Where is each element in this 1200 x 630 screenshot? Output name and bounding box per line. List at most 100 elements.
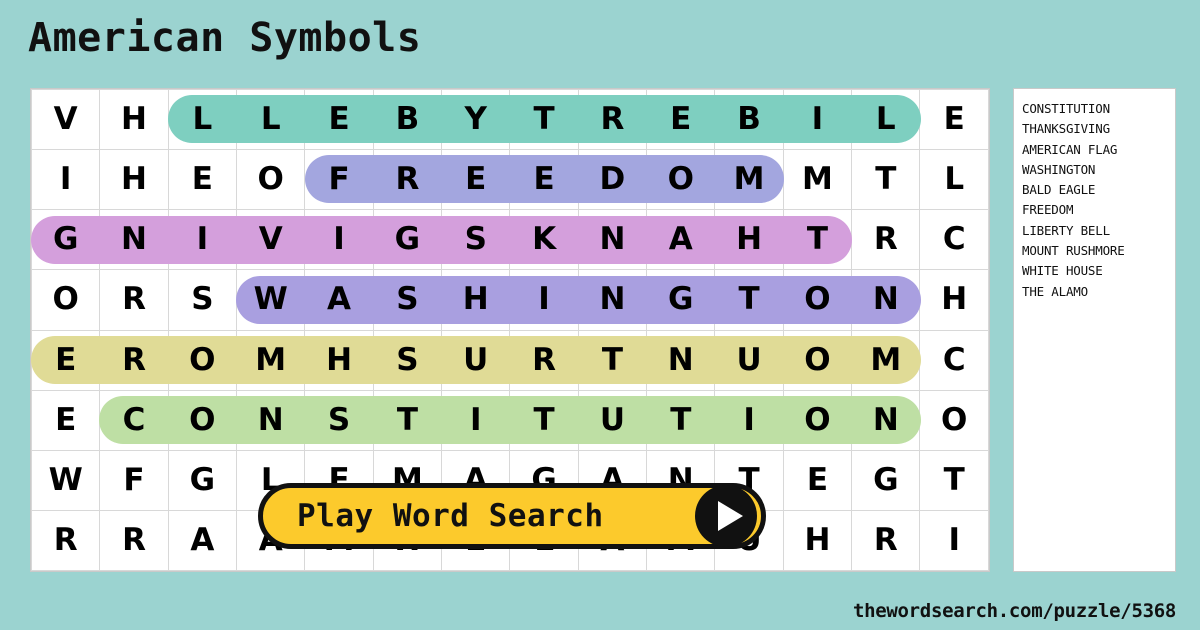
grid-cell[interactable]: R [99, 509, 169, 572]
grid-letter: G [668, 281, 694, 318]
word-list-item[interactable]: FREEDOM [1022, 200, 1175, 220]
grid-cell[interactable]: V [30, 88, 101, 151]
word-list-item[interactable]: WASHINGTON [1022, 160, 1175, 180]
grid-cell[interactable]: E [919, 88, 989, 151]
grid-cell[interactable]: E [782, 449, 853, 511]
grid-letter: U [736, 341, 762, 378]
grid-letter: E [328, 101, 350, 138]
grid-letter: T [875, 161, 897, 198]
grid-letter: N [667, 341, 694, 378]
grid-letter: L [192, 101, 213, 138]
grid-cell[interactable]: S [167, 269, 238, 331]
grid-cell[interactable]: R [851, 209, 921, 271]
grid-letter: E [465, 161, 487, 198]
grid-letter: R [873, 221, 898, 258]
grid-letter: E [55, 401, 77, 438]
grid-cell[interactable]: G [851, 449, 921, 511]
grid-letter: R [122, 521, 146, 558]
grid-cell[interactable]: L [919, 149, 989, 211]
play-word-search-button[interactable]: Play Word Search [258, 483, 766, 549]
grid-letter: M [802, 161, 833, 198]
grid-letter: R [122, 341, 146, 378]
grid-letter: N [599, 281, 626, 318]
grid-cell[interactable]: R [99, 269, 169, 331]
grid-letter: N [872, 281, 899, 318]
word-list-item[interactable]: THANKSGIVING [1022, 119, 1175, 139]
grid-letter: E [806, 461, 829, 498]
grid-letter: A [190, 521, 215, 558]
grid-letter: R [53, 521, 78, 558]
grid-letter: O [941, 401, 968, 438]
play-button-label: Play Word Search [297, 498, 604, 534]
grid-letter: E [943, 101, 965, 138]
page-title: American Symbols [28, 15, 422, 61]
grid-cell[interactable]: A [167, 509, 238, 572]
grid-letter: E [55, 341, 77, 378]
grid-cell[interactable]: I [919, 509, 989, 572]
grid-cell[interactable]: T [851, 149, 921, 211]
grid-letter: R [532, 341, 557, 378]
grid-letter: I [196, 221, 209, 258]
grid-cell[interactable]: E [167, 149, 238, 211]
grid-cell[interactable]: R [30, 509, 101, 572]
grid-cell[interactable]: H [99, 88, 169, 151]
grid-letter: G [52, 221, 79, 258]
grid-letter: T [670, 401, 692, 438]
grid-letter: M [255, 341, 287, 378]
grid-cell[interactable]: H [919, 269, 989, 331]
word-list-item[interactable]: LIBERTY BELL [1022, 221, 1175, 241]
grid-letter: S [464, 221, 487, 258]
grid-letter: O [189, 341, 216, 378]
grid-cell[interactable]: O [30, 269, 101, 331]
grid-letter: A [668, 221, 693, 258]
grid-letter: O [667, 161, 694, 198]
grid-letter: T [601, 341, 623, 378]
grid-cell[interactable]: H [782, 509, 853, 572]
word-list-item[interactable]: THE ALAMO [1022, 282, 1175, 302]
grid-letter: I [811, 101, 824, 138]
grid-letter: I [743, 401, 755, 438]
grid-letter: E [533, 161, 555, 198]
grid-cell[interactable]: H [99, 149, 169, 211]
grid-cell[interactable]: O [236, 149, 306, 211]
grid-letter: W [48, 461, 83, 498]
grid-letter: O [804, 401, 831, 438]
grid-letter: T [806, 221, 829, 258]
grid-cell[interactable]: E [30, 389, 101, 451]
grid-letter: T [396, 401, 418, 438]
grid-letter: S [396, 281, 419, 318]
grid-cell[interactable]: T [919, 449, 989, 511]
word-list-item[interactable]: AMERICAN FLAG [1022, 140, 1175, 160]
word-highlight [31, 215, 853, 264]
grid-letter: N [257, 401, 284, 438]
word-list-item[interactable]: CONSTITUTION [1022, 99, 1175, 119]
word-highlight [99, 396, 921, 445]
grid-letter: T [738, 281, 760, 318]
grid-letter: E [670, 101, 692, 138]
grid-cell[interactable]: C [919, 209, 989, 271]
grid-cell[interactable]: R [851, 509, 921, 572]
word-list-item[interactable]: WHITE HOUSE [1022, 261, 1175, 281]
play-triangle-icon [695, 485, 757, 547]
grid-letter: F [328, 161, 350, 198]
grid-cell[interactable]: F [99, 449, 169, 511]
grid-letter: N [121, 221, 147, 258]
grid-letter: S [396, 341, 419, 378]
word-list-item[interactable]: BALD EAGLE [1022, 180, 1175, 200]
grid-letter: T [533, 401, 555, 438]
grid-cell[interactable]: W [30, 449, 101, 511]
grid-cell[interactable]: M [782, 149, 853, 211]
grid-letter: D [599, 161, 626, 198]
grid-letter: V [53, 101, 78, 138]
grid-letter: L [260, 101, 281, 138]
grid-cell[interactable]: C [919, 329, 989, 391]
grid-letter: F [123, 461, 145, 498]
grid-cell[interactable]: O [919, 389, 989, 451]
grid-cell[interactable]: I [30, 149, 101, 211]
word-list-item[interactable]: MOUNT RUSHMORE [1022, 241, 1175, 261]
grid-letter: W [253, 281, 288, 318]
grid-cell[interactable]: G [167, 449, 238, 511]
grid-letter: R [873, 521, 898, 558]
grid-letter: U [599, 401, 626, 438]
grid-letter: M [870, 341, 902, 378]
